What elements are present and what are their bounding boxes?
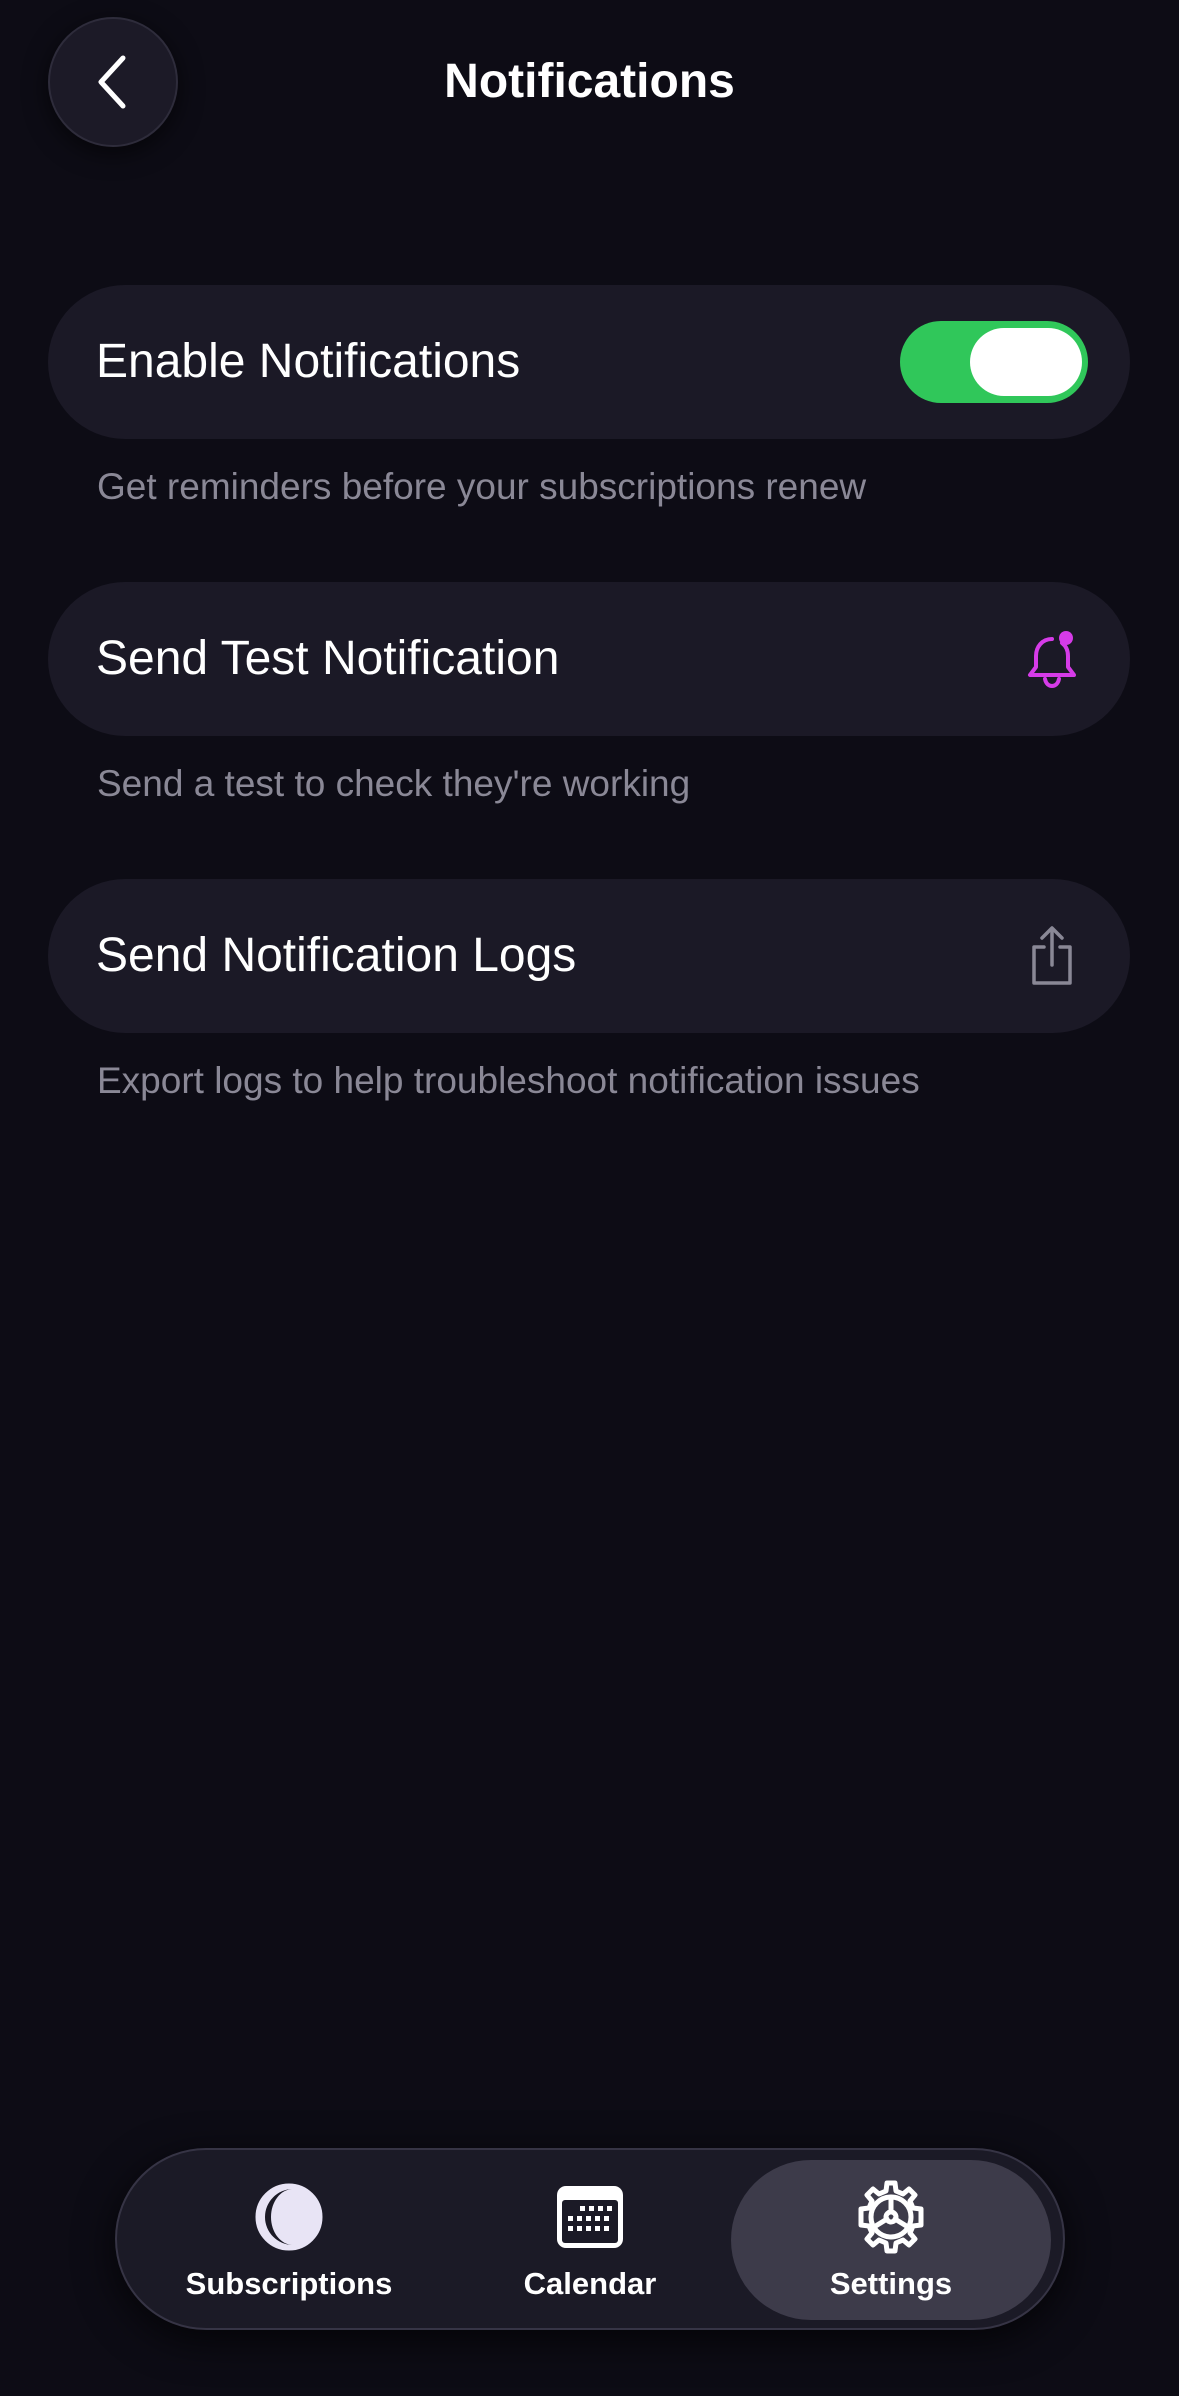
tab-calendar-label: Calendar (523, 2266, 657, 2301)
page-title: Notifications (444, 55, 735, 108)
subscriptions-icon (249, 2177, 329, 2257)
tab-settings-label: Settings (829, 2266, 953, 2301)
tab-subscriptions[interactable]: Subscriptions (129, 2160, 449, 2320)
calendar-icon (550, 2177, 630, 2257)
share-icon (1020, 924, 1084, 988)
send-test-notification-caption: Send a test to check they're working (97, 763, 691, 804)
tab-calendar[interactable]: Calendar (430, 2160, 750, 2320)
send-test-notification-label: Send Test Notification (96, 632, 560, 685)
toggle-knob (970, 328, 1082, 396)
enable-notifications-caption: Get reminders before your subscriptions … (97, 466, 867, 507)
tab-settings[interactable]: Settings (731, 2160, 1051, 2320)
send-notification-logs-button[interactable]: Send Notification Logs (48, 879, 1130, 1033)
tab-bar: Subscriptions Calendar Settings (115, 2148, 1065, 2330)
tab-subscriptions-label: Subscriptions (185, 2266, 393, 2301)
send-notification-logs-label: Send Notification Logs (96, 929, 577, 982)
enable-notifications-toggle[interactable] (900, 321, 1088, 403)
enable-notifications-label: Enable Notifications (96, 335, 521, 388)
gear-icon (851, 2177, 931, 2257)
send-notification-logs-caption: Export logs to help troubleshoot notific… (97, 1060, 920, 1101)
bell-badge-icon (1020, 627, 1084, 691)
send-test-notification-button[interactable]: Send Test Notification (48, 582, 1130, 736)
enable-notifications-row: Enable Notifications (48, 285, 1130, 439)
